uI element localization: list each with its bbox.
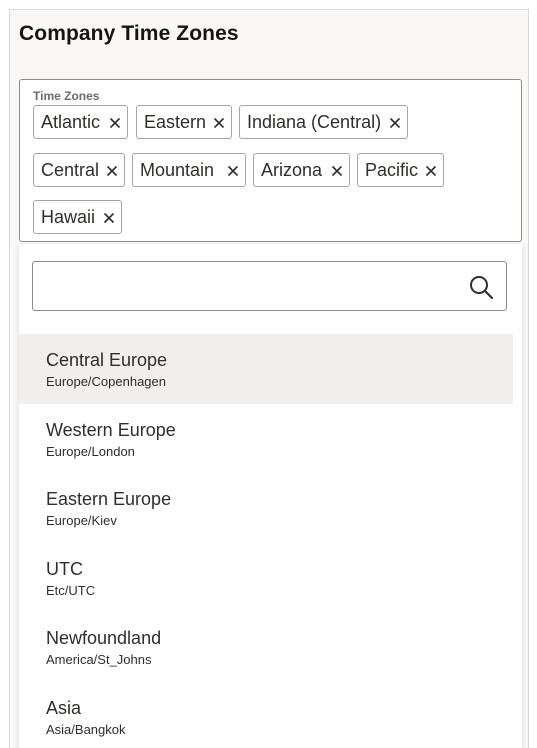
chip-label: Hawaii — [41, 207, 96, 227]
option-sublabel: America/St_Johns — [46, 652, 152, 667]
option-label: Central Europe — [46, 350, 168, 370]
chip-label: Eastern — [144, 112, 207, 132]
option-item[interactable]: Central Europe Europe/Copenhagen — [19, 334, 513, 404]
option-sublabel: Asia/Bangkok — [46, 722, 126, 737]
option-sublabel: Etc/UTC — [46, 583, 96, 598]
options-dropdown: Central Europe Europe/Copenhagen Western… — [19, 244, 522, 748]
option-sublabel: Europe/London — [46, 444, 135, 459]
option-label: UTC — [46, 559, 83, 579]
chip-hawaii: Hawaii — [33, 200, 122, 234]
chip-central: Central — [33, 153, 125, 187]
option-sublabel: Europe/Kiev — [46, 513, 117, 528]
chip-label: Central — [41, 160, 100, 180]
search-input[interactable] — [41, 270, 465, 304]
close-icon[interactable] — [331, 165, 343, 177]
close-icon[interactable] — [425, 165, 437, 177]
chip-label: Mountain — [140, 160, 215, 180]
close-icon[interactable] — [103, 212, 115, 224]
chip-label: Arizona — [261, 160, 323, 180]
page-title: Company Time Zones — [19, 22, 239, 45]
field-label: Time Zones — [33, 89, 100, 103]
option-item[interactable]: UTC Etc/UTC — [19, 543, 513, 613]
close-icon[interactable] — [389, 117, 401, 129]
close-icon[interactable] — [213, 117, 225, 129]
chip-atlantic: Atlantic — [33, 105, 128, 139]
chip-label: Indiana (Central) — [247, 112, 382, 132]
time-zones-multiselect[interactable]: Time Zones Atlantic Eastern Indiana (Cen… — [19, 79, 522, 242]
option-item[interactable]: Newfoundland America/St_Johns — [19, 612, 513, 682]
close-icon[interactable] — [106, 165, 118, 177]
option-label: Western Europe — [46, 420, 176, 440]
panel: Company Time Zones Time Zones Atlantic E… — [9, 9, 529, 748]
option-sublabel: Europe/Copenhagen — [46, 374, 166, 389]
search-field[interactable] — [32, 261, 507, 311]
search-icon[interactable] — [468, 274, 494, 300]
chip-mountain: Mountain — [132, 153, 246, 187]
option-item[interactable]: Eastern Europe Europe/Kiev — [19, 473, 513, 543]
chip-arizona: Arizona — [253, 153, 350, 187]
chip-pacific: Pacific — [357, 153, 444, 187]
close-icon[interactable] — [227, 165, 239, 177]
chip-eastern: Eastern — [136, 105, 232, 139]
option-label: Newfoundland — [46, 628, 162, 648]
option-item[interactable]: Asia Asia/Bangkok — [19, 682, 513, 748]
option-item[interactable]: Western Europe Europe/London — [19, 404, 513, 474]
chip-indiana-central: Indiana (Central) — [239, 105, 408, 139]
chip-label: Pacific — [365, 160, 419, 180]
close-icon[interactable] — [109, 117, 121, 129]
option-label: Eastern Europe — [46, 489, 172, 509]
chip-label: Atlantic — [41, 112, 101, 132]
scrollbar[interactable] — [513, 324, 522, 748]
option-label: Asia — [46, 698, 82, 718]
